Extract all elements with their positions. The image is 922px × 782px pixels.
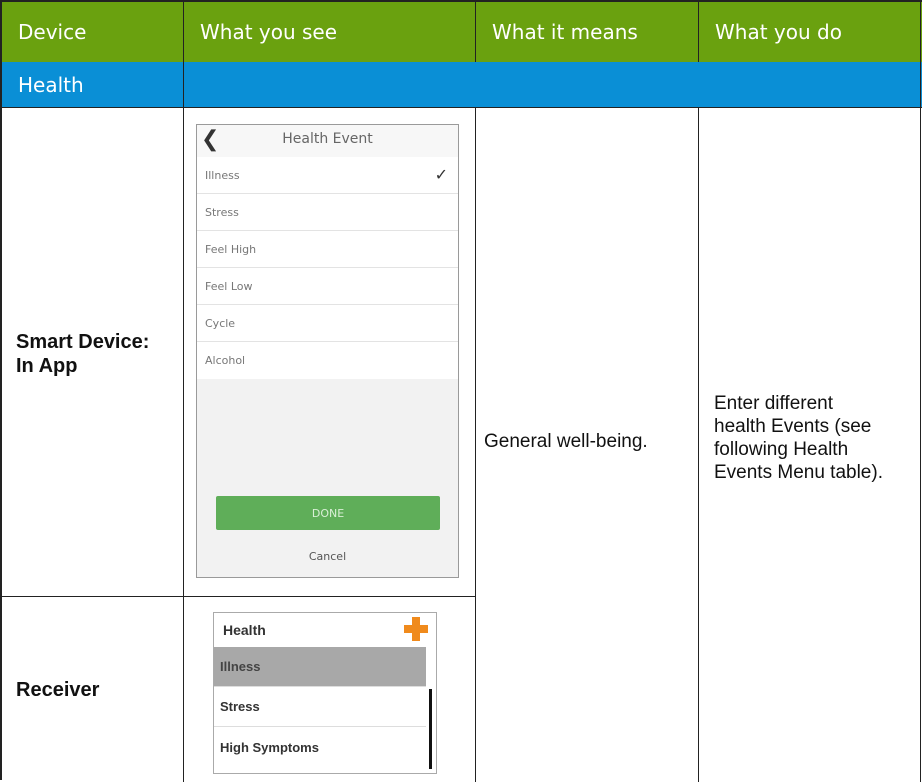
health-event-list: Illness ✓ Stress Feel High Feel Low Cycl… — [197, 157, 458, 379]
action-line: Events Menu table). — [714, 462, 883, 483]
device-label-line: In App — [16, 355, 78, 377]
done-button[interactable]: DONE — [216, 496, 440, 530]
action-line: following Health — [714, 439, 849, 460]
header-what-you-see: What you see — [184, 2, 475, 62]
health-event-item-feel-low[interactable]: Feel Low — [197, 268, 458, 305]
receiver-title: Health — [223, 622, 266, 638]
health-event-item-label: Alcohol — [205, 354, 246, 367]
plus-icon — [404, 617, 428, 641]
table-right-border — [920, 2, 921, 782]
phone-title: Health Event — [282, 131, 373, 147]
row-divider — [2, 596, 476, 597]
action-line: health Events (see — [714, 416, 872, 437]
header-what-it-means: What it means — [476, 2, 698, 62]
health-event-item-label: Stress — [205, 205, 239, 219]
health-event-item-feel-high[interactable]: Feel High — [197, 231, 458, 268]
header-device: Device — [2, 2, 183, 62]
health-event-item-label: Cycle — [205, 316, 236, 330]
receiver-item-high-symptoms[interactable]: High Symptoms — [214, 727, 426, 767]
column-divider — [475, 2, 476, 62]
row-divider — [2, 107, 922, 108]
cancel-button[interactable]: Cancel — [197, 550, 458, 563]
health-event-item-alcohol[interactable]: Alcohol — [197, 342, 458, 379]
device-label-receiver: Receiver — [16, 679, 100, 701]
health-event-item-stress[interactable]: Stress — [197, 194, 458, 231]
device-label-line: Smart Device: — [16, 331, 150, 353]
column-divider — [475, 107, 476, 782]
health-event-item-cycle[interactable]: Cycle — [197, 305, 458, 342]
action-text: Enter different health Events (see follo… — [714, 392, 883, 484]
health-event-item-label: Illness — [205, 168, 240, 182]
receiver-scrollbar[interactable] — [429, 689, 432, 769]
receiver-health-screen: Health Illness Stress High Symptoms — [213, 612, 437, 774]
health-event-item-illness[interactable]: Illness ✓ — [197, 157, 458, 194]
phone-health-event-screen: ❮ Health Event Illness ✓ Stress Feel Hig… — [196, 124, 459, 578]
health-event-item-label: Feel High — [205, 242, 257, 256]
device-label-smart-device: Smart Device: In App — [16, 330, 149, 378]
receiver-item-illness[interactable]: Illness — [214, 647, 426, 687]
action-line: Enter different — [714, 393, 834, 414]
section-health: Health — [2, 62, 922, 107]
health-event-item-label: Feel Low — [205, 279, 253, 293]
checkmark-icon: ✓ — [434, 165, 448, 184]
column-divider — [698, 107, 699, 782]
column-divider — [698, 2, 699, 62]
column-divider — [183, 2, 184, 782]
meaning-text: General well-being. — [484, 431, 648, 452]
phone-header: ❮ Health Event — [197, 125, 458, 158]
health-events-table: Device What you see What it means What y… — [0, 0, 922, 782]
header-what-you-do: What you do — [699, 2, 922, 62]
receiver-item-stress[interactable]: Stress — [214, 687, 426, 727]
